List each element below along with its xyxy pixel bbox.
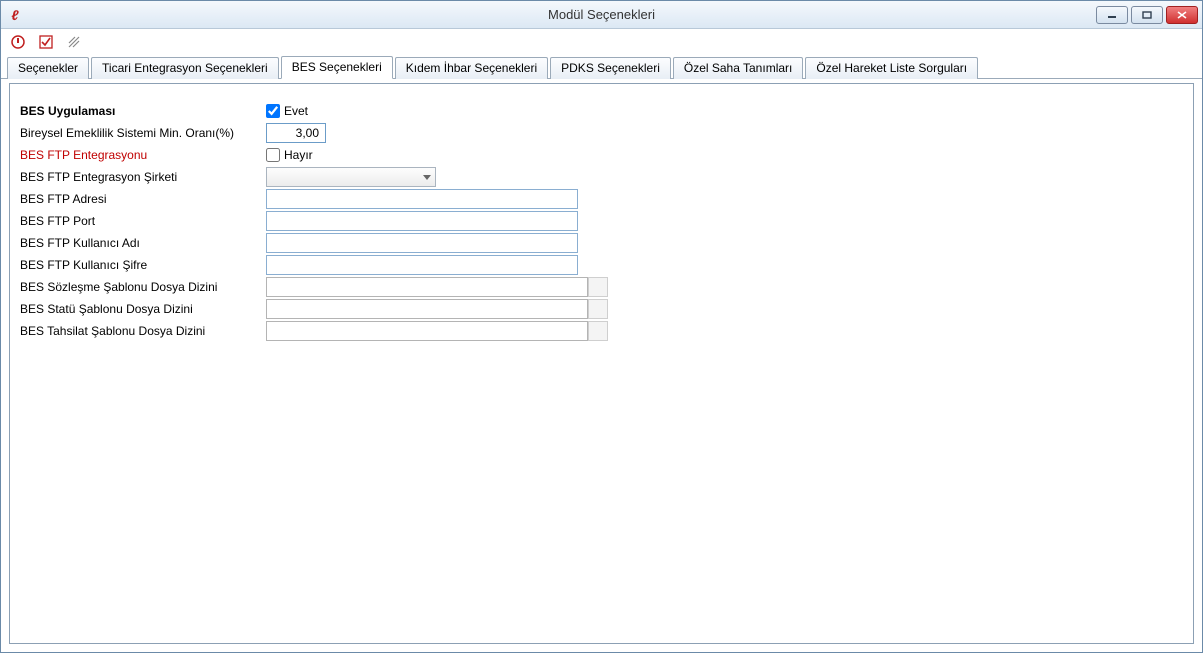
label-tahsilat-dir: BES Tahsilat Şablonu Dosya Dizini — [20, 324, 266, 338]
checkbox-hayir-input[interactable] — [266, 148, 280, 162]
maximize-button[interactable] — [1131, 6, 1163, 24]
label-ftp-sirket: BES FTP Entegrasyon Şirketi — [20, 170, 266, 184]
tab-bes-secenekleri[interactable]: BES Seçenekleri — [281, 56, 393, 79]
toolbar-btn-3[interactable] — [63, 31, 85, 53]
titlebar: ℓ Modül Seçenekleri — [1, 1, 1202, 29]
tab-kidem-ihbar[interactable]: Kıdem İhbar Seçenekleri — [395, 57, 548, 79]
input-statu-dir[interactable] — [266, 299, 588, 319]
tab-pdks[interactable]: PDKS Seçenekleri — [550, 57, 671, 79]
toolbar-btn-2[interactable] — [35, 31, 57, 53]
content-panel: BES Uygulaması Evet Bireysel Emeklilik S… — [9, 83, 1194, 644]
window-controls — [1096, 6, 1202, 24]
input-tahsilat-dir[interactable] — [266, 321, 588, 341]
tab-secenekler[interactable]: Seçenekler — [7, 57, 89, 79]
checkbox-evet-input[interactable] — [266, 104, 280, 118]
tabstrip: Seçenekler Ticari Entegrasyon Seçenekler… — [1, 55, 1202, 79]
label-ftp-user: BES FTP Kullanıcı Adı — [20, 236, 266, 250]
label-sozlesme-dir: BES Sözleşme Şablonu Dosya Dizini — [20, 280, 266, 294]
checkbox-hayir-label: Hayır — [284, 148, 313, 162]
input-ftp-pass[interactable] — [266, 255, 578, 275]
label-ftp-port: BES FTP Port — [20, 214, 266, 228]
checkbox-evet[interactable]: Evet — [266, 104, 308, 118]
label-ftp-pass: BES FTP Kullanıcı Şifre — [20, 258, 266, 272]
input-sozlesme-dir[interactable] — [266, 277, 588, 297]
label-bes-uygulamasi: BES Uygulaması — [20, 104, 266, 118]
modul-secenekleri-window: ℓ Modül Seçenekleri Seçenekler Ticari — [0, 0, 1203, 653]
tab-ticari-entegrasyon[interactable]: Ticari Entegrasyon Seçenekleri — [91, 57, 279, 79]
browse-sozlesme-dir[interactable] — [588, 277, 608, 297]
close-button[interactable] — [1166, 6, 1198, 24]
label-statu-dir: BES Statü Şablonu Dosya Dizini — [20, 302, 266, 316]
input-min-oran[interactable] — [266, 123, 326, 143]
window-title: Modül Seçenekleri — [1, 7, 1202, 22]
minimize-button[interactable] — [1096, 6, 1128, 24]
browse-statu-dir[interactable] — [588, 299, 608, 319]
label-ftp-adres: BES FTP Adresi — [20, 192, 266, 206]
app-icon: ℓ — [6, 6, 24, 24]
browse-tahsilat-dir[interactable] — [588, 321, 608, 341]
tab-ozel-saha[interactable]: Özel Saha Tanımları — [673, 57, 804, 79]
toolbar — [1, 29, 1202, 55]
label-min-oran: Bireysel Emeklilik Sistemi Min. Oranı(%) — [20, 126, 266, 140]
checkbox-hayir[interactable]: Hayır — [266, 148, 313, 162]
tab-ozel-hareket[interactable]: Özel Hareket Liste Sorguları — [805, 57, 978, 79]
input-ftp-adres[interactable] — [266, 189, 578, 209]
input-ftp-port[interactable] — [266, 211, 578, 231]
toolbar-btn-1[interactable] — [7, 31, 29, 53]
input-ftp-user[interactable] — [266, 233, 578, 253]
label-ftp-entegrasyonu: BES FTP Entegrasyonu — [20, 148, 266, 162]
dropdown-ftp-sirket[interactable] — [266, 167, 436, 187]
checkbox-evet-label: Evet — [284, 104, 308, 118]
